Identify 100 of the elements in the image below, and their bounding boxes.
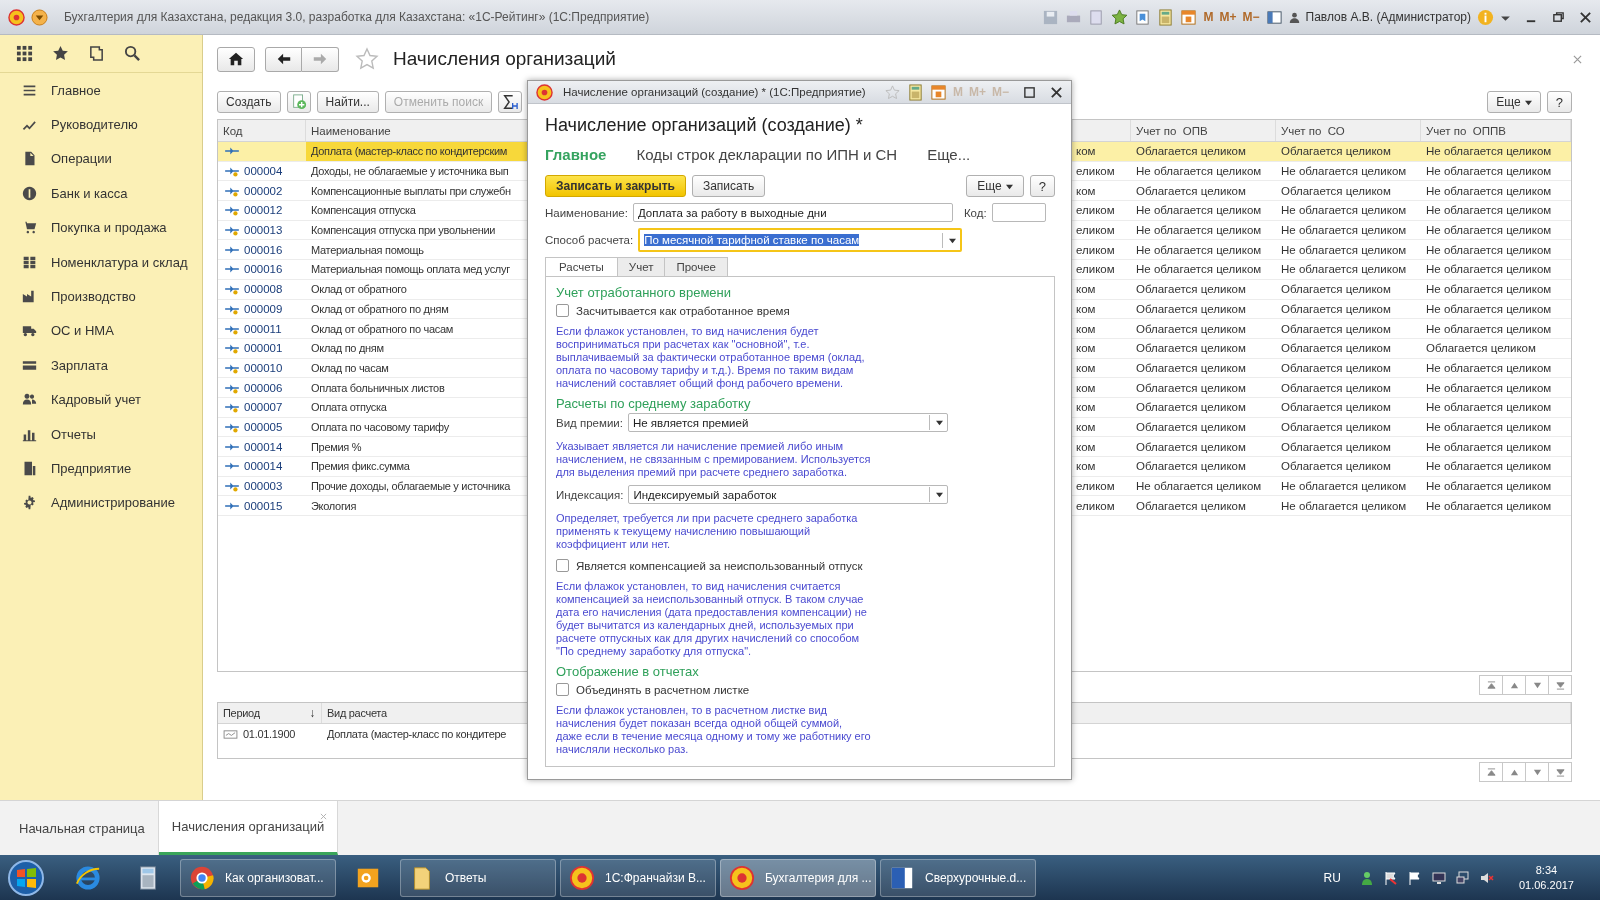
table-cell: 000004 [244, 165, 283, 178]
table-cell: Облагается целиком [1136, 361, 1246, 374]
dropdown-field[interactable]: Индексируемый заработок [628, 485, 949, 504]
code-field[interactable] [991, 203, 1046, 222]
last-page-button[interactable] [1548, 762, 1572, 782]
save-button[interactable]: Записать [691, 175, 766, 197]
sidebar-item[interactable]: Кадровый учет [0, 382, 202, 417]
close-icon[interactable] [1579, 10, 1592, 24]
home-button[interactable] [217, 46, 255, 72]
bookmark-icon[interactable] [1134, 8, 1152, 26]
scroll-down-button[interactable] [1525, 762, 1549, 782]
more-button[interactable]: Еще [1487, 91, 1541, 113]
language-indicator[interactable]: RU [1323, 870, 1341, 885]
sidebar-item[interactable]: Руководителю [0, 107, 202, 142]
flag-icon[interactable] [1407, 870, 1422, 885]
taskbar-button[interactable]: 1С:Франчайзи В... [560, 858, 716, 897]
help-button[interactable]: ? [1029, 175, 1055, 197]
hint-text: Если флажок установлен, то вид начисления будет восприниматься при расчетах как "основной", т.е. выплачиваемый за фактически отработанное время (оклад, оплата по часовому тарифу и т.д.). Время по таким видам начислений составляет общий фонд рабочего времени. [556, 325, 866, 390]
apps-grid-icon[interactable] [16, 45, 33, 62]
name-field[interactable]: Доплата за работу в выходные дни [632, 203, 953, 222]
taskbar-button[interactable]: Как организоват... [180, 858, 336, 897]
table-cell: ком [1076, 184, 1096, 197]
form-nav-link[interactable]: Коды строк декларации по ИПН и СН [636, 146, 898, 163]
taskbar-button[interactable]: Ответы [400, 858, 556, 897]
maximize-icon[interactable] [1023, 85, 1036, 99]
calendar-icon[interactable] [1180, 8, 1198, 26]
star-icon[interactable] [1111, 8, 1129, 26]
table-cell: Не облагается целиком [1426, 283, 1552, 296]
back-button[interactable] [265, 46, 302, 72]
sidebar-item[interactable]: Главное [0, 73, 202, 108]
more-button[interactable]: Еще [966, 175, 1024, 197]
toolbar-button[interactable]: Создать [217, 91, 281, 113]
table-cell: 000010 [244, 361, 283, 374]
table-cell: Не облагается целиком [1426, 480, 1552, 493]
person-icon[interactable] [1359, 870, 1374, 885]
form-tab[interactable]: Учет [616, 257, 666, 276]
sidebar-item[interactable]: Операции [0, 141, 202, 177]
open-tab[interactable]: Начисления организаций [158, 801, 339, 855]
calendar-icon[interactable] [929, 83, 947, 101]
first-page-button[interactable] [1479, 675, 1503, 695]
column-header[interactable]: Период [223, 707, 260, 719]
start-button[interactable] [6, 857, 46, 898]
help-button[interactable]: ? [1546, 91, 1572, 113]
sidebar-item[interactable]: Номенклатура и склад [0, 244, 202, 280]
checkbox-label[interactable]: Засчитывается как отработанное время [576, 304, 790, 317]
close-icon[interactable] [1050, 85, 1063, 99]
calculation-method-dropdown[interactable]: По месячной тарифной ставке по часам [638, 228, 963, 252]
table-cell: Не облагается целиком [1136, 263, 1262, 276]
star-icon[interactable] [355, 47, 379, 71]
sidebar-item[interactable]: Банк и касса [0, 176, 202, 211]
menu-dropdown-icon[interactable] [31, 8, 48, 26]
flag-icon[interactable] [1383, 870, 1398, 885]
last-page-button[interactable] [1548, 675, 1572, 695]
logo-icon[interactable] [8, 8, 25, 26]
checkbox[interactable] [556, 304, 569, 317]
save-button[interactable]: Записать и закрыть [545, 175, 686, 197]
taskbar-button[interactable]: Сверхурочные.d... [880, 858, 1036, 897]
toolbar-button[interactable]: Найти... [316, 91, 379, 113]
checkbox-label[interactable]: Является компенсацией за неиспользованный отпуск [576, 559, 863, 572]
checkbox[interactable] [556, 559, 569, 572]
info-icon[interactable] [1477, 8, 1494, 26]
restore-icon[interactable] [1552, 10, 1565, 24]
monitor-icon[interactable] [1431, 870, 1446, 885]
clock[interactable]: 8:34 01.06.2017 [1518, 862, 1574, 893]
taskbar-button[interactable]: Бухгалтерия для ... [720, 858, 876, 897]
add-button[interactable] [286, 91, 311, 113]
sidebar-item[interactable]: Производство [0, 279, 202, 314]
sidebar-item[interactable]: Администрирование [0, 485, 202, 521]
dropdown-field[interactable]: Не является премией [627, 413, 948, 432]
column-header[interactable]: Учет по СО [1276, 120, 1421, 141]
star-icon[interactable] [52, 45, 69, 62]
muted-speaker-icon[interactable] [1479, 870, 1494, 885]
sum-icon [502, 94, 519, 110]
table-cell: Прочие доходы, облагаемые у источника [311, 480, 511, 493]
sidebar-item[interactable]: Зарплата [0, 348, 202, 383]
user-name[interactable]: Павлов А.В. (Администратор) [1305, 10, 1471, 24]
form-tab[interactable]: Прочее [664, 257, 728, 276]
scroll-up-button[interactable] [1502, 675, 1526, 695]
column-header[interactable]: Код [218, 120, 306, 141]
panel-icon[interactable] [1265, 8, 1283, 26]
form-nav-link[interactable]: Еще... [927, 146, 971, 163]
sidebar-item[interactable]: Отчеты [0, 416, 202, 452]
first-page-button[interactable] [1479, 762, 1503, 782]
sidebar-item[interactable]: ОС и НМА [0, 313, 202, 349]
scroll-up-button[interactable] [1502, 762, 1526, 782]
sort-indicator[interactable]: ↓ [309, 706, 315, 720]
scroll-down-button[interactable] [1525, 675, 1549, 695]
network-icon[interactable] [1455, 870, 1470, 885]
checkbox-label[interactable]: Объединять в расчетном листке [576, 683, 750, 696]
form-tab[interactable]: Расчеты [545, 257, 618, 276]
star-icon[interactable] [883, 83, 901, 101]
checkbox[interactable] [556, 683, 569, 696]
browser-icon[interactable] [75, 864, 101, 891]
column-header[interactable]: Учет по ОПВ [1131, 120, 1276, 141]
search-icon[interactable] [124, 45, 141, 62]
sidebar-item[interactable]: Предприятие [0, 451, 202, 486]
sidebar-item[interactable]: Покупка и продажа [0, 210, 202, 245]
sum-button[interactable] [498, 91, 523, 113]
column-header[interactable]: Учет по ОППВ [1421, 120, 1571, 141]
table-cell: Облагается целиком [1281, 342, 1391, 355]
